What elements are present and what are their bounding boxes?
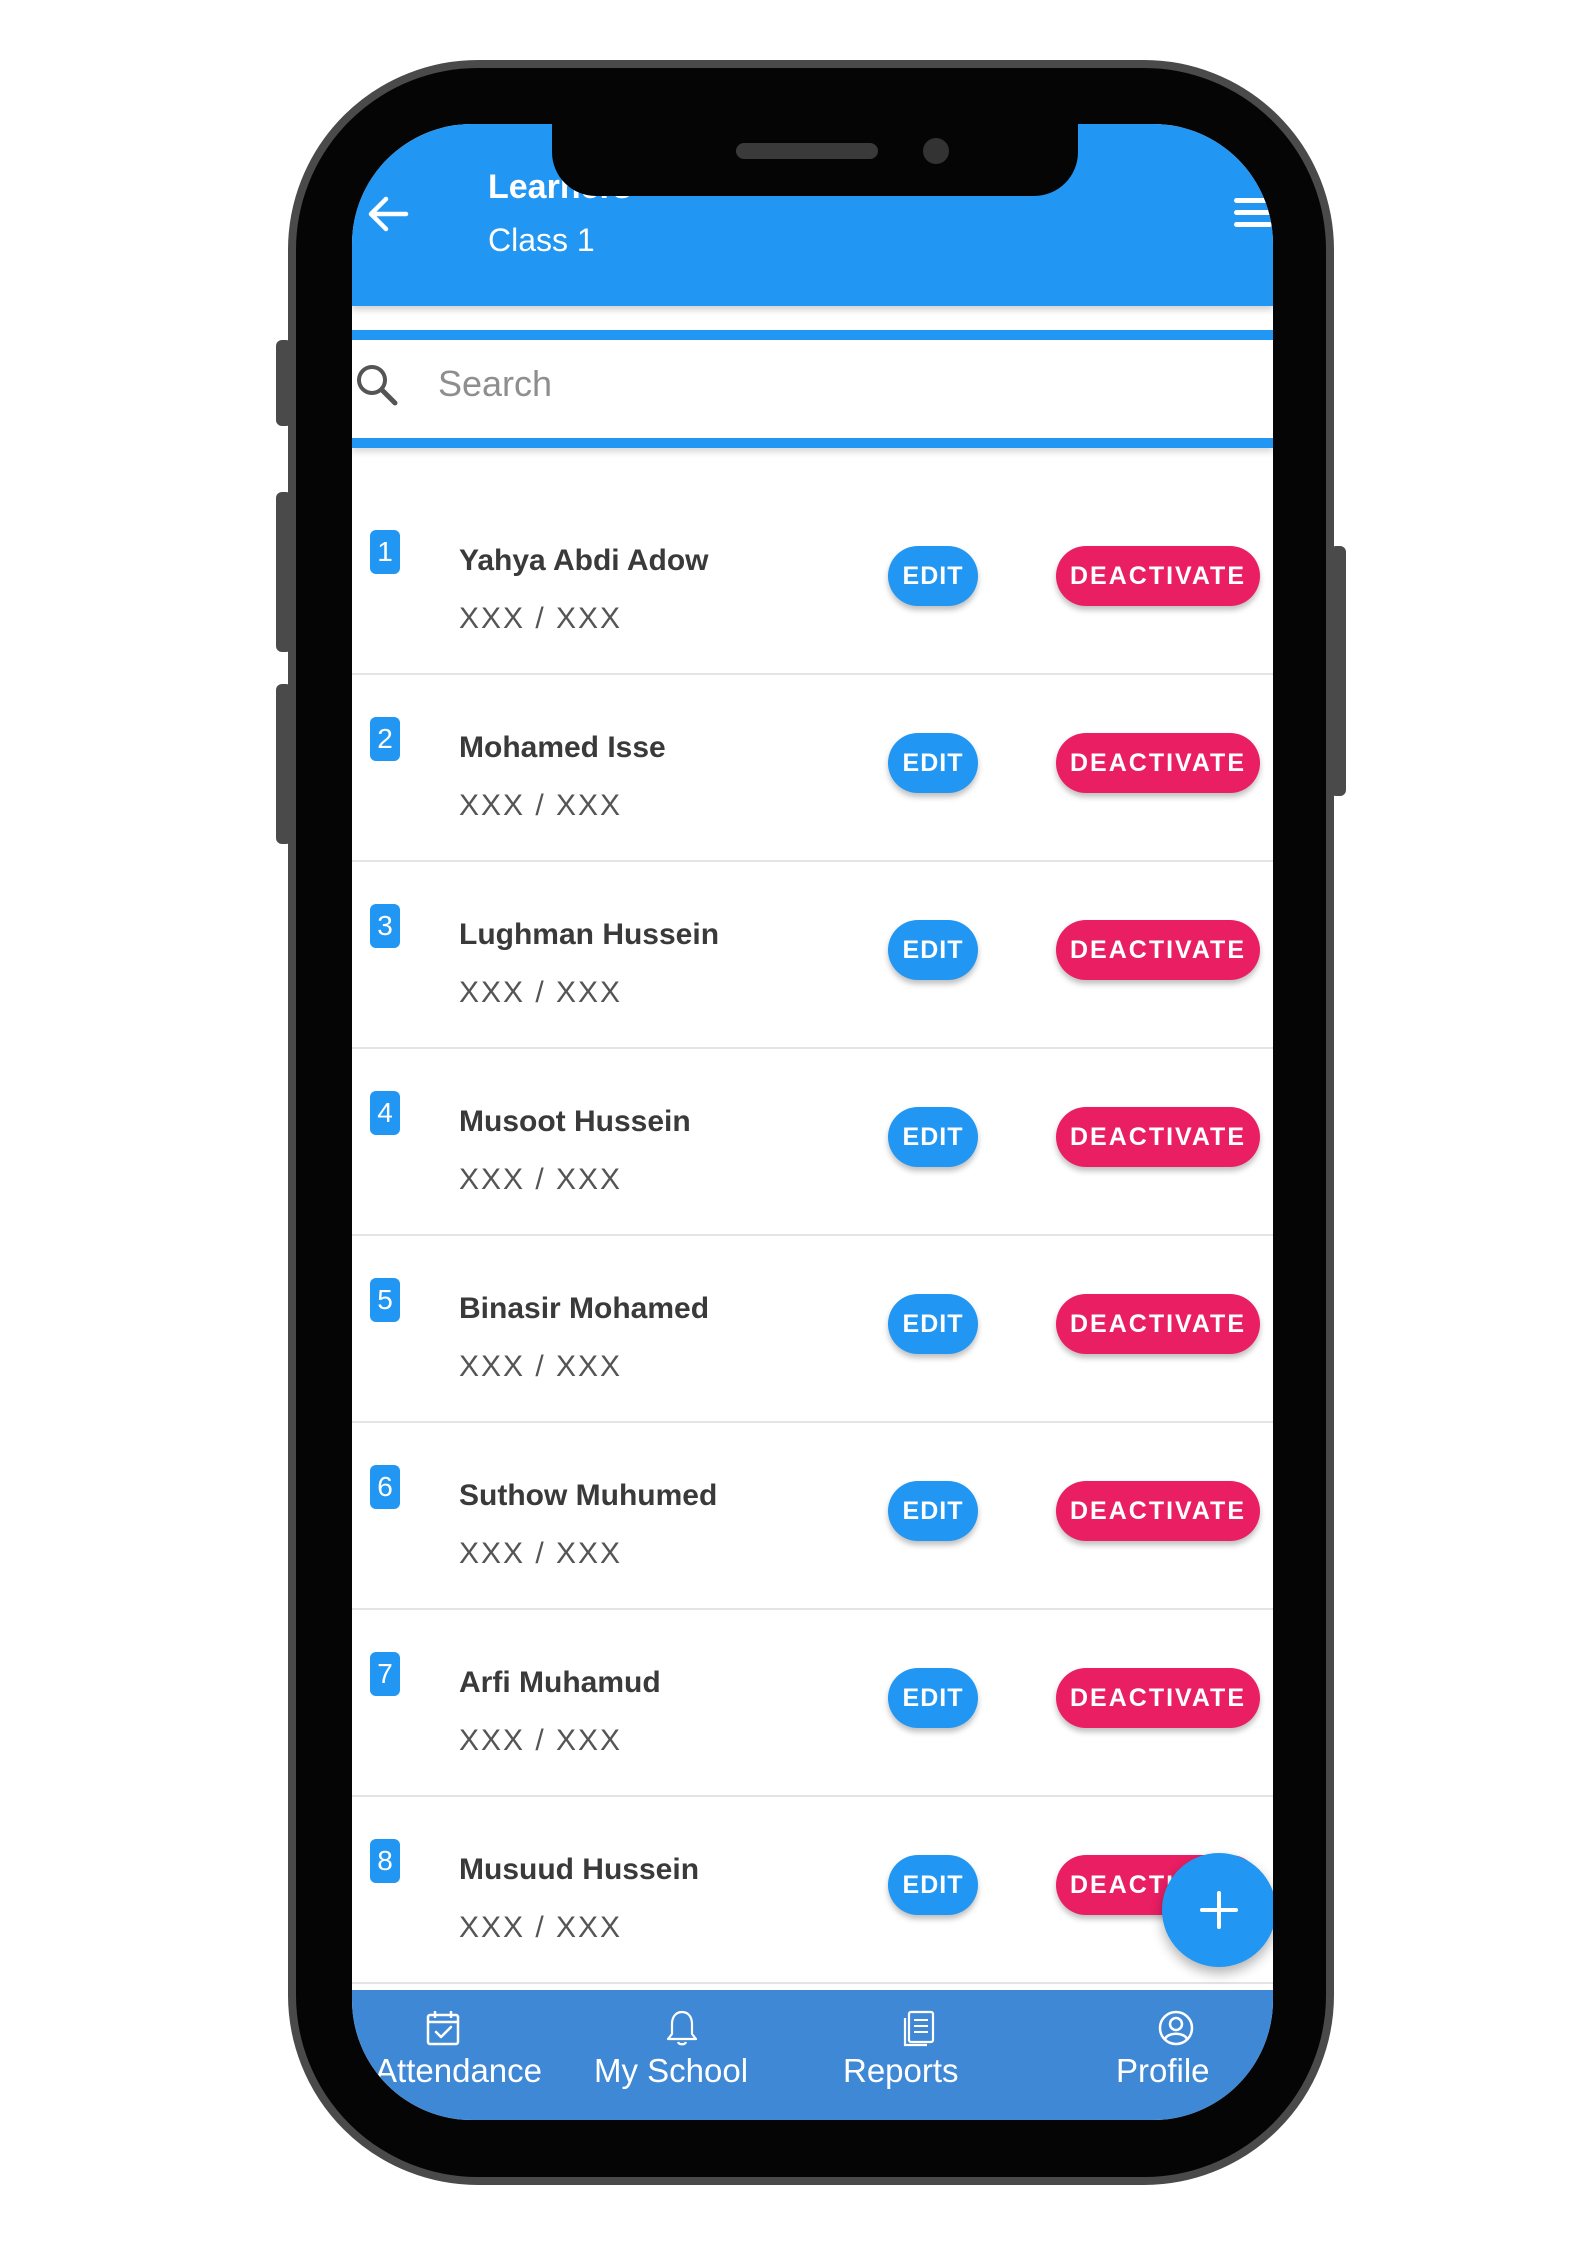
edit-button[interactable]: EDIT	[888, 1481, 978, 1541]
learner-meta: XXX / XXX	[459, 1537, 623, 1570]
add-learner-button[interactable]	[1162, 1853, 1273, 1967]
index-badge: 3	[370, 904, 400, 948]
edit-button[interactable]: EDIT	[888, 733, 978, 793]
index-badge: 4	[370, 1091, 400, 1135]
nav-label-my-school: My School	[594, 2052, 749, 2089]
deactivate-button[interactable]: DEACTIVATE	[1056, 546, 1260, 606]
learner-meta: XXX / XXX	[459, 1911, 623, 1944]
learner-name: Suthow Muhumed	[459, 1479, 718, 1512]
nav-label-reports: Reports	[843, 2052, 959, 2089]
edit-button[interactable]: EDIT	[888, 546, 978, 606]
deactivate-button[interactable]: DEACTIVATE	[1056, 1294, 1260, 1354]
search-input[interactable]	[438, 354, 1238, 414]
learner-name: Musuud Hussein	[459, 1853, 700, 1886]
edit-button[interactable]: EDIT	[888, 1294, 978, 1354]
edit-button[interactable]: EDIT	[888, 1107, 978, 1167]
edit-button[interactable]: EDIT	[888, 920, 978, 980]
search-bar	[352, 330, 1273, 448]
learner-meta: XXX / XXX	[459, 976, 623, 1009]
list-item: 3 Lughman Hussein XXX / XXX EDIT DEACTIV…	[352, 862, 1273, 1049]
deactivate-button[interactable]: DEACTIVATE	[1056, 1668, 1260, 1728]
learner-name: Mohamed Isse	[459, 731, 666, 764]
deactivate-button[interactable]: DEACTIVATE	[1056, 1481, 1260, 1541]
deactivate-button[interactable]: DEACTIVATE	[1056, 733, 1260, 793]
index-badge: 7	[370, 1652, 400, 1696]
document-icon	[903, 2010, 935, 2047]
learner-name: Yahya Abdi Adow	[459, 544, 709, 577]
index-badge: 6	[370, 1465, 400, 1509]
index-badge: 1	[370, 530, 400, 574]
user-circle-icon	[1158, 2010, 1194, 2046]
learner-meta: XXX / XXX	[459, 1350, 623, 1383]
calendar-check-icon	[426, 2011, 460, 2046]
list-item: 8 Musuud Hussein XXX / XXX EDIT DEACTIVA…	[352, 1797, 1273, 1984]
search-icon	[357, 365, 398, 406]
learner-name: Musoot Hussein	[459, 1105, 691, 1138]
edit-button[interactable]: EDIT	[888, 1668, 978, 1728]
deactivate-button[interactable]: DEACTIVATE	[1056, 1107, 1260, 1167]
nav-item-profile[interactable]: Profile	[1082, 1990, 1252, 2120]
edit-button[interactable]: EDIT	[888, 1855, 978, 1915]
learner-meta: XXX / XXX	[459, 1724, 623, 1757]
learner-list: 1 Yahya Abdi Adow XXX / XXX EDIT DEACTIV…	[352, 488, 1273, 1984]
nav-label-profile: Profile	[1116, 2052, 1210, 2089]
list-item: 1 Yahya Abdi Adow XXX / XXX EDIT DEACTIV…	[352, 488, 1273, 675]
plus-icon	[1200, 1891, 1238, 1929]
learner-meta: XXX / XXX	[459, 789, 623, 822]
bottom-nav: Attendance My School Reports Profile	[352, 1990, 1273, 2120]
learner-meta: XXX / XXX	[459, 602, 623, 635]
nav-item-attendance[interactable]: Attendance	[352, 1990, 542, 2120]
nav-item-reports[interactable]: Reports	[834, 1990, 1004, 2120]
app-screen: Learners Class 1 1 Yahya Abdi Adow XXX /…	[352, 124, 1273, 2120]
page-subtitle: Class 1	[488, 222, 595, 258]
list-item: 6 Suthow Muhumed XXX / XXX EDIT DEACTIVA…	[352, 1423, 1273, 1610]
list-item: 7 Arfi Muhamud XXX / XXX EDIT DEACTIVATE	[352, 1610, 1273, 1797]
deactivate-button[interactable]: DEACTIVATE	[1056, 920, 1260, 980]
index-badge: 8	[370, 1839, 400, 1883]
phone-notch	[552, 124, 1078, 196]
back-arrow-icon[interactable]	[366, 192, 410, 236]
list-item: 5 Binasir Mohamed XXX / XXX EDIT DEACTIV…	[352, 1236, 1273, 1423]
index-badge: 2	[370, 717, 400, 761]
learner-name: Binasir Mohamed	[459, 1292, 710, 1325]
index-badge: 5	[370, 1278, 400, 1322]
nav-item-my-school[interactable]: My School	[592, 1990, 772, 2120]
speaker-grille	[736, 143, 878, 159]
list-item: 2 Mohamed Isse XXX / XXX EDIT DEACTIVATE	[352, 675, 1273, 862]
bell-icon	[666, 2010, 698, 2046]
menu-icon[interactable]	[1234, 198, 1272, 232]
list-item: 4 Musoot Hussein XXX / XXX EDIT DEACTIVA…	[352, 1049, 1273, 1236]
learner-meta: XXX / XXX	[459, 1163, 623, 1196]
learner-name: Lughman Hussein	[459, 918, 720, 951]
nav-label-attendance: Attendance	[375, 2052, 542, 2089]
learner-name: Arfi Muhamud	[459, 1666, 661, 1699]
front-camera	[923, 138, 949, 164]
